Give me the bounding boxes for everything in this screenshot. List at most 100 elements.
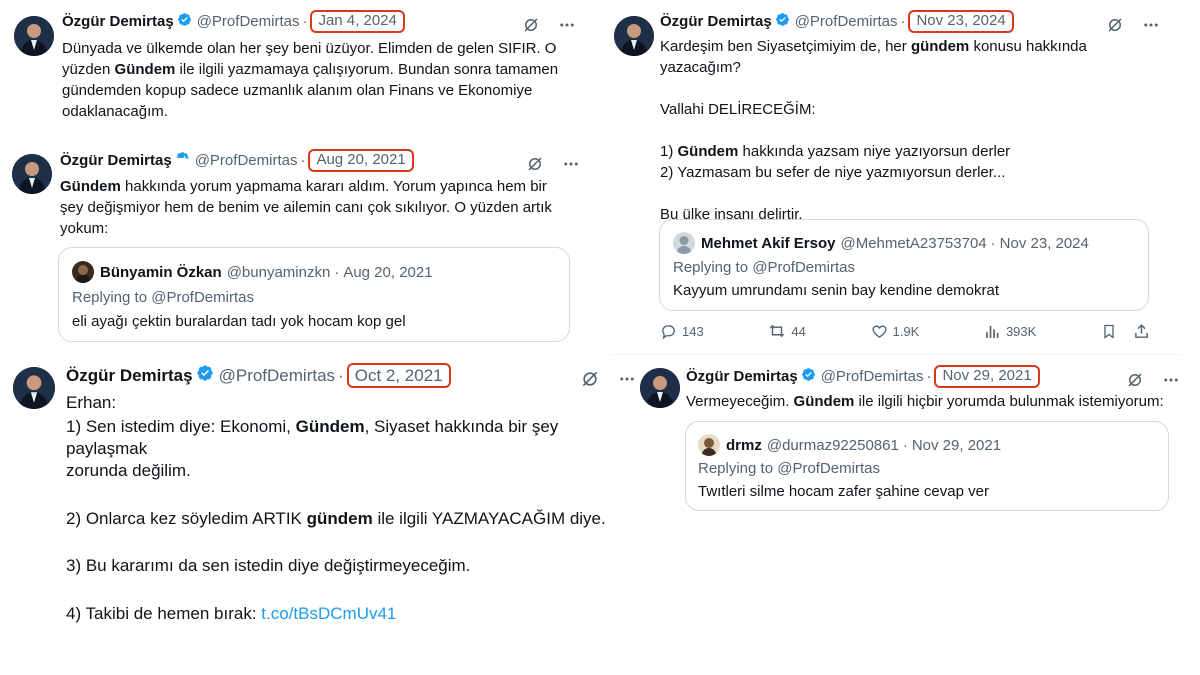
retweet-count: 44 <box>791 323 806 339</box>
more-icon[interactable] <box>562 155 580 173</box>
highlighted-keyword: Gündem <box>60 178 121 195</box>
quoted-author-handle[interactable]: @MehmetA23753704 <box>840 235 986 252</box>
divider <box>612 354 1180 355</box>
verified-badge-icon <box>196 364 214 387</box>
author-name[interactable]: Özgür Demirtaş <box>66 366 193 386</box>
text-segment: Vallahi DELİRECEĞİM: <box>660 101 816 118</box>
tweet-text-line: 1) Sen istedim diye: Ekonomi, Gündem, Si… <box>66 416 626 460</box>
tweet-link[interactable]: t.co/tBsDCmUv41 <box>261 604 396 623</box>
tweet-date[interactable]: Nov 29, 2021 <box>934 365 1040 388</box>
tweet-text-line: 2) Onlarca kez söyledim ARTIK gündem ile… <box>66 508 626 532</box>
quoted-tweet[interactable]: drmz @durmaz92250861 · Nov 29, 2021 Repl… <box>685 421 1169 511</box>
tweet-top-icons <box>522 16 576 34</box>
tweet-date[interactable]: Nov 23, 2024 <box>908 10 1014 33</box>
tweet-secondary-actions <box>1101 323 1150 340</box>
tweet-header: Özgür Demirtaş @ProfDemirtas · Aug 20, 2… <box>60 149 414 172</box>
quoted-author-handle[interactable]: @bunyaminzkn <box>227 264 331 281</box>
tweet-text-line: yazacağım? <box>660 58 1160 79</box>
author-handle[interactable]: @ProfDemirtas <box>821 368 924 385</box>
verified-badge-icon <box>175 151 190 170</box>
grok-icon[interactable] <box>526 155 544 173</box>
text-segment: yüzden <box>62 61 115 78</box>
grok-icon[interactable] <box>580 369 600 389</box>
highlighted-keyword: Gündem <box>793 393 855 410</box>
text-segment: 2) Onlarca kez söyledim ARTIK <box>66 508 307 528</box>
text-segment: 3) Bu kararımı da sen istedin diye değiş… <box>66 556 471 576</box>
highlighted-keyword: Gündem <box>295 416 365 436</box>
author-name[interactable]: Özgür Demirtaş <box>660 13 772 30</box>
separator-dot: · <box>302 12 308 30</box>
author-handle[interactable]: @ProfDemirtas <box>195 152 298 169</box>
quoted-tweet[interactable]: Mehmet Akif Ersoy @MehmetA23753704 · Nov… <box>659 219 1149 311</box>
tweet-text-line: gündemden kopup sadece uzmanlık alanım o… <box>62 80 602 101</box>
author-handle[interactable]: @ProfDemirtas <box>197 13 300 30</box>
views-count: 393K <box>1005 323 1037 339</box>
text-segment: hakkında yazsam niye yazıyorsun derler <box>738 143 1011 160</box>
quoted-author-avatar[interactable] <box>673 232 695 254</box>
author-avatar[interactable] <box>12 154 52 194</box>
like-button[interactable]: 1.9K <box>871 323 919 340</box>
highlighted-keyword: gündem <box>306 508 373 528</box>
quoted-author-name[interactable]: Bünyamin Özkan <box>100 264 222 281</box>
tweet-date[interactable]: Jan 4, 2024 <box>310 10 405 33</box>
tweet-header: Özgür Demirtaş @ProfDemirtas · Nov 29, 2… <box>686 365 1040 388</box>
reply-count: 143 <box>682 323 704 339</box>
more-icon[interactable] <box>558 16 576 34</box>
separator-dot: · <box>926 367 932 385</box>
retweet-button[interactable]: 44 <box>768 322 806 340</box>
bookmark-icon[interactable] <box>1101 323 1117 340</box>
tweet-text: Kardeşim ben Siyasetçimiyim de, her günd… <box>660 37 1160 226</box>
grok-icon[interactable] <box>522 16 540 34</box>
quoted-author-avatar[interactable] <box>698 434 720 456</box>
replying-to[interactable]: Replying to @ProfDemirtas <box>698 460 880 477</box>
separator-dot: · <box>334 263 340 281</box>
quoted-author-handle[interactable]: @durmaz92250861 <box>767 437 899 454</box>
tweet-date[interactable]: Oct 2, 2021 <box>346 363 451 389</box>
replying-to[interactable]: Replying to @ProfDemirtas <box>673 259 855 276</box>
share-icon[interactable] <box>1133 323 1150 340</box>
grok-icon[interactable] <box>1126 371 1144 389</box>
text-segment: konusu hakkında <box>969 38 1087 55</box>
verified-badge-icon <box>177 12 192 31</box>
author-name[interactable]: Özgür Demirtaş <box>60 152 172 169</box>
tweet-text-line <box>66 531 626 555</box>
quoted-tweet[interactable]: Bünyamin Özkan @bunyaminzkn · Aug 20, 20… <box>58 247 570 342</box>
author-handle[interactable]: @ProfDemirtas <box>219 366 335 386</box>
author-avatar[interactable] <box>640 368 680 408</box>
quoted-tweet-header: Mehmet Akif Ersoy @MehmetA23753704 · Nov… <box>673 232 1089 254</box>
quoted-tweet-text: Kayyum umrundamı senin bay kendine demok… <box>673 282 1000 299</box>
reply-button[interactable]: 143 <box>660 323 704 340</box>
author-name[interactable]: Özgür Demirtaş <box>686 368 798 385</box>
grok-icon[interactable] <box>1106 16 1124 34</box>
tweet-text-line <box>660 79 1160 100</box>
quoted-tweet-date[interactable]: Nov 23, 2024 <box>1000 235 1089 252</box>
text-segment: Erhan: <box>66 393 117 412</box>
quoted-author-avatar[interactable] <box>72 261 94 283</box>
quoted-tweet-date[interactable]: Nov 29, 2021 <box>912 437 1001 454</box>
quoted-tweet-date[interactable]: Aug 20, 2021 <box>343 264 432 281</box>
more-icon[interactable] <box>1162 371 1180 389</box>
author-avatar[interactable] <box>13 367 55 409</box>
text-segment: zorunda değilim. <box>66 460 191 480</box>
tweet-top-icons <box>526 155 580 173</box>
more-icon[interactable] <box>618 370 636 388</box>
author-handle[interactable]: @ProfDemirtas <box>795 13 898 30</box>
author-avatar[interactable] <box>14 16 54 56</box>
separator-dot: · <box>900 12 906 30</box>
more-icon[interactable] <box>1142 16 1160 34</box>
text-segment: ile ilgili hiçbir yorumda bulunmak istem… <box>854 393 1164 410</box>
tweet-text-line <box>660 121 1160 142</box>
quoted-author-name[interactable]: Mehmet Akif Ersoy <box>701 235 835 252</box>
author-name[interactable]: Özgür Demirtaş <box>62 13 174 30</box>
replying-to[interactable]: Replying to @ProfDemirtas <box>72 289 254 306</box>
text-segment: 1) Sen istedim diye: Ekonomi, <box>66 416 296 436</box>
views-button[interactable]: 393K <box>984 323 1036 340</box>
tweet-date[interactable]: Aug 20, 2021 <box>308 149 414 172</box>
quoted-author-name[interactable]: drmz <box>726 437 762 454</box>
text-segment: gündemden kopup sadece uzmanlık alanım o… <box>62 82 533 99</box>
author-avatar[interactable] <box>614 16 654 56</box>
retweet-icon <box>768 322 786 340</box>
highlighted-keyword: Gündem <box>677 143 739 160</box>
tweet-text-line: şey değişmiyor hem de benim ve ailemin c… <box>60 197 600 218</box>
separator-dot: · <box>990 234 996 252</box>
